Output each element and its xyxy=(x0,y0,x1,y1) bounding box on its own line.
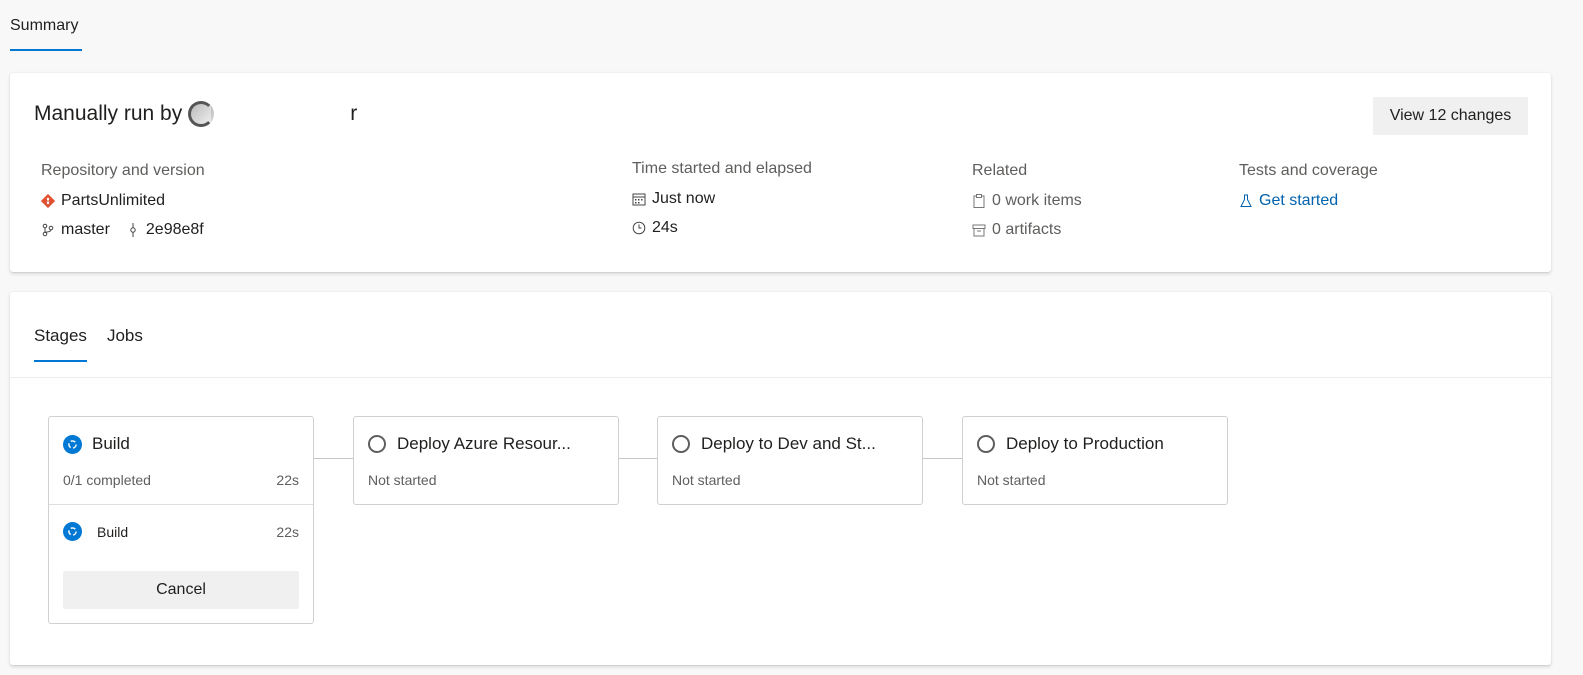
stage-name: Deploy Azure Resour... xyxy=(397,434,571,453)
tabs-divider xyxy=(10,377,1551,378)
not-started-status-icon xyxy=(368,435,386,453)
commit-icon xyxy=(126,222,140,237)
beaker-icon xyxy=(1239,194,1253,208)
stage-title: Deploy to Production xyxy=(977,434,1164,454)
artifacts-row[interactable]: 0 artifacts xyxy=(972,215,1082,244)
archive-icon xyxy=(972,223,986,237)
time-started: Just now xyxy=(652,189,716,207)
stage-connector xyxy=(619,458,659,459)
run-title-prefix: Manually run by xyxy=(34,102,183,125)
stage-tabs: Stages Jobs xyxy=(34,326,143,362)
stage-title: Build xyxy=(63,434,130,454)
stage-header[interactable]: Deploy Azure Resour... Not started xyxy=(354,417,618,504)
git-repo-icon xyxy=(41,193,55,208)
stages-card: Stages Jobs Build 0/1 completed 22s Buil… xyxy=(10,292,1551,665)
not-started-status-icon xyxy=(672,435,690,453)
repository-name: PartsUnlimited xyxy=(61,191,166,209)
version-row: master 2e98e8f xyxy=(41,215,205,244)
run-user-suffix: r xyxy=(350,102,358,125)
stage-status: Not started xyxy=(672,472,741,488)
stage-status: Not started xyxy=(977,472,1046,488)
job-row[interactable]: Build 22s xyxy=(49,504,313,558)
time-elapsed: 24s xyxy=(652,218,678,236)
clock-icon xyxy=(632,221,646,235)
not-started-status-icon xyxy=(977,435,995,453)
stage-name: Deploy to Production xyxy=(1006,434,1164,453)
job-duration: 22s xyxy=(276,524,299,540)
repository-label: Repository and version xyxy=(41,162,205,179)
calendar-icon xyxy=(632,192,646,206)
stage-deploy-production[interactable]: Deploy to Production Not started xyxy=(962,416,1228,505)
repository-section: Repository and version PartsUnlimited ma… xyxy=(41,162,205,244)
work-items-row[interactable]: 0 work items xyxy=(972,186,1082,215)
related-label: Related xyxy=(972,162,1028,179)
time-elapsed-row: 24s xyxy=(632,213,812,242)
stage-header[interactable]: Build 0/1 completed 22s xyxy=(49,417,313,504)
branch-icon xyxy=(41,223,55,237)
running-status-icon xyxy=(63,434,82,454)
get-started-link[interactable]: Get started xyxy=(1239,186,1378,215)
stage-title: Deploy to Dev and St... xyxy=(672,434,876,454)
related-section: Related 0 work items 0 artifacts xyxy=(972,162,1082,244)
avatar[interactable] xyxy=(188,101,215,127)
job-name: Build xyxy=(97,523,129,540)
tab-summary[interactable]: Summary xyxy=(10,17,82,51)
cancel-button[interactable]: Cancel xyxy=(63,571,299,609)
view-changes-button[interactable]: View 12 changes xyxy=(1373,97,1528,135)
clipboard-icon xyxy=(972,193,986,208)
running-status-icon xyxy=(63,522,82,541)
branch-name[interactable]: master xyxy=(61,221,110,239)
time-label: Time started and elapsed xyxy=(632,160,812,177)
stage-connector xyxy=(314,458,354,459)
stage-duration: 22s xyxy=(276,472,299,488)
work-items-count: 0 work items xyxy=(992,191,1082,209)
tests-section: Tests and coverage Get started xyxy=(1239,162,1378,215)
stage-name: Build xyxy=(92,434,130,453)
run-title: Manually run by r xyxy=(34,101,357,127)
stage-title: Deploy Azure Resour... xyxy=(368,434,571,454)
commit-id[interactable]: 2e98e8f xyxy=(146,221,204,239)
time-section: Time started and elapsed Just now 24s xyxy=(632,160,812,242)
job-title: Build xyxy=(63,522,128,541)
repository-row[interactable]: PartsUnlimited xyxy=(41,186,205,215)
stage-deploy-dev-staging[interactable]: Deploy to Dev and St... Not started xyxy=(657,416,923,505)
stage-name: Deploy to Dev and St... xyxy=(701,434,876,453)
stage-status: 0/1 completed xyxy=(63,472,151,488)
get-started-label: Get started xyxy=(1259,191,1339,209)
time-started-row: Just now xyxy=(632,184,812,213)
stage-status: Not started xyxy=(368,472,437,488)
artifacts-count: 0 artifacts xyxy=(992,220,1062,238)
stage-deploy-azure-resources[interactable]: Deploy Azure Resour... Not started xyxy=(353,416,619,505)
tests-label: Tests and coverage xyxy=(1239,162,1378,179)
stage-header[interactable]: Deploy to Dev and St... Not started xyxy=(658,417,922,504)
tab-stages[interactable]: Stages xyxy=(34,326,87,362)
stage-header[interactable]: Deploy to Production Not started xyxy=(963,417,1227,504)
stage-build[interactable]: Build 0/1 completed 22s Build 22s Cancel xyxy=(48,416,314,624)
stage-connector xyxy=(923,458,963,459)
run-summary-card: Manually run by r View 12 changes Reposi… xyxy=(10,73,1551,272)
tab-jobs[interactable]: Jobs xyxy=(107,326,143,362)
